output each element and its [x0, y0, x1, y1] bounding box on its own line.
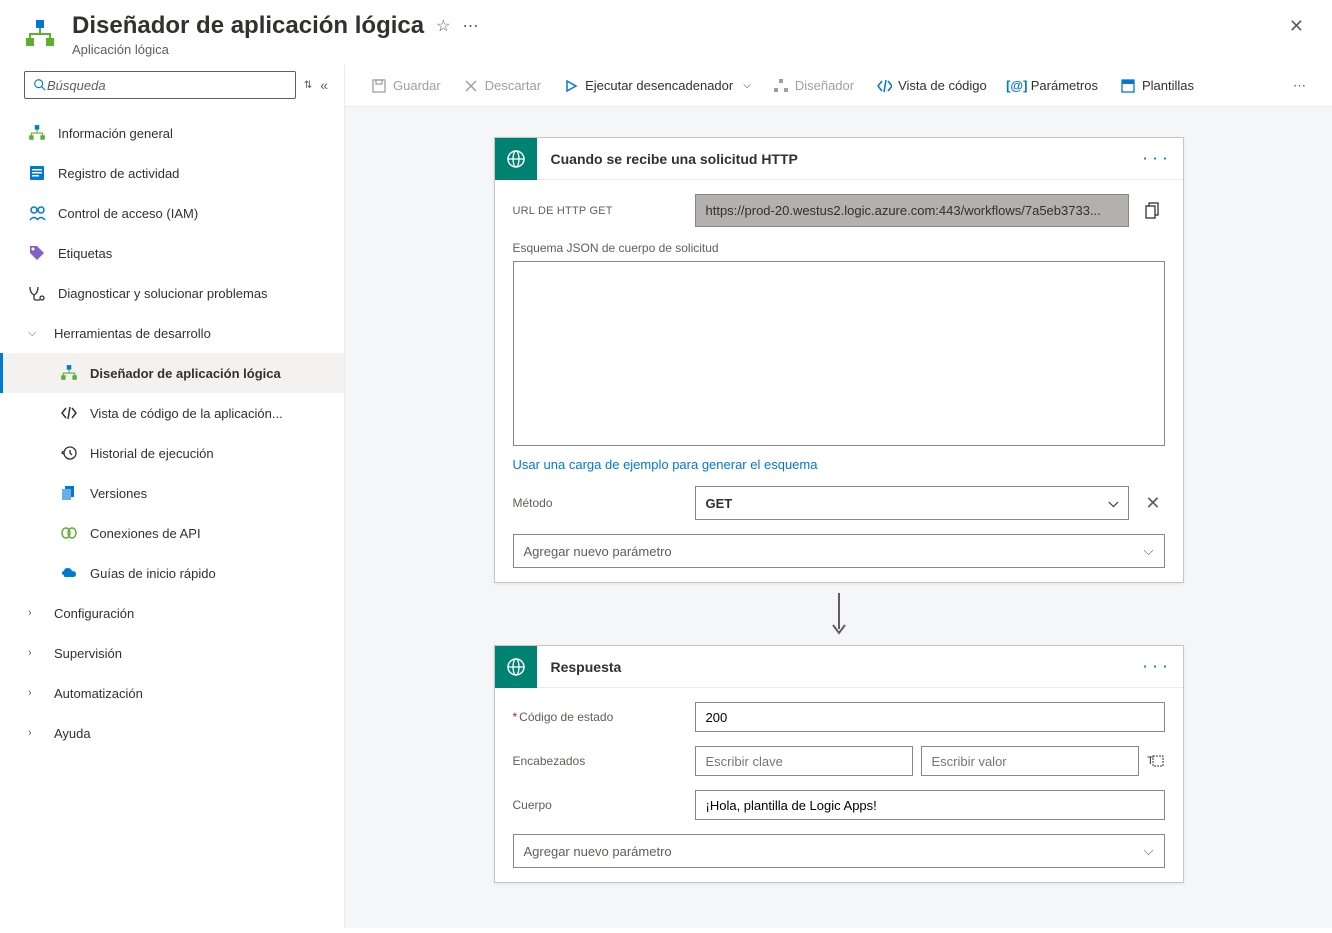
chevron-down-icon: ⌵ — [1144, 843, 1154, 859]
code-icon — [876, 78, 892, 94]
save-icon — [371, 78, 387, 94]
save-button[interactable]: Guardar — [361, 72, 451, 100]
http-trigger-icon — [495, 138, 537, 180]
history-icon — [60, 444, 78, 462]
url-value[interactable]: https://prod-20.westus2.logic.azure.com:… — [695, 194, 1129, 227]
nav-supervision[interactable]: ›Supervisión — [0, 633, 344, 673]
nav-run-history[interactable]: Historial de ejecución — [0, 433, 344, 473]
chevron-right-icon: › — [28, 727, 42, 739]
add-parameter-select[interactable]: Agregar nuevo parámetro⌵ — [513, 534, 1165, 568]
page-title: Diseñador de aplicación lógica — [72, 12, 424, 40]
nav-iam[interactable]: Control de acceso (IAM) — [0, 193, 344, 233]
discard-button[interactable]: Descartar — [453, 72, 551, 100]
designer-canvas: Cuando se recibe una solicitud HTTP · · … — [345, 107, 1332, 928]
status-code-input[interactable] — [695, 702, 1165, 732]
chevron-down-icon: ⌵ — [28, 327, 42, 340]
nav-help[interactable]: ›Ayuda — [0, 713, 344, 753]
svg-text:T: T — [1147, 755, 1154, 767]
header-value-input[interactable] — [921, 746, 1139, 776]
search-icon — [33, 78, 47, 92]
nav-activity-log[interactable]: Registro de actividad — [0, 153, 344, 193]
logic-app-icon — [24, 18, 56, 50]
designer-button[interactable]: Diseñador — [763, 72, 864, 100]
designer-icon — [773, 78, 789, 94]
flow-arrow-icon — [824, 589, 854, 639]
tags-icon — [28, 244, 46, 262]
close-button[interactable]: ✕ — [1281, 12, 1312, 41]
nav-overview[interactable]: Información general — [0, 113, 344, 153]
response-icon — [495, 646, 537, 688]
headers-label: Encabezados — [513, 754, 683, 768]
collapse-sidebar-icon[interactable]: « — [320, 77, 328, 93]
main-area: Guardar Descartar Ejecutar desencadenado… — [345, 65, 1332, 928]
nav-tags[interactable]: Etiquetas — [0, 233, 344, 273]
chevron-right-icon: › — [28, 687, 42, 699]
body-input[interactable] — [695, 790, 1165, 820]
api-connections-icon — [60, 524, 78, 542]
overview-icon — [28, 124, 46, 142]
play-icon — [563, 78, 579, 94]
search-box[interactable] — [24, 71, 296, 99]
page-header: Diseñador de aplicación lógica ☆ ⋯ Aplic… — [0, 0, 1332, 65]
nav-versions[interactable]: Versiones — [0, 473, 344, 513]
remove-method-button[interactable]: ✕ — [1141, 493, 1164, 514]
response-card[interactable]: Respuesta · · · *Código de estado Encabe… — [494, 645, 1184, 883]
chevron-down-icon: ⌵ — [1144, 543, 1154, 559]
card-more-icon[interactable]: · · · — [1129, 151, 1182, 166]
trigger-card[interactable]: Cuando se recibe una solicitud HTTP · · … — [494, 137, 1184, 583]
versions-icon — [60, 484, 78, 502]
designer-icon — [60, 364, 78, 382]
schema-label: Esquema JSON de cuerpo de solicitud — [513, 241, 1165, 255]
chevron-down-icon: ⌵ — [743, 80, 751, 91]
parameters-button[interactable]: [@]Parámetros — [999, 72, 1108, 100]
chevron-down-icon: ⌵ — [1109, 495, 1119, 511]
code-icon — [60, 404, 78, 422]
insert-text-icon[interactable]: T — [1147, 752, 1165, 771]
header-key-input[interactable] — [695, 746, 913, 776]
diagnose-icon — [28, 284, 46, 302]
page-subtitle: Aplicación lógica — [72, 42, 1281, 57]
codeview-button[interactable]: Vista de código — [866, 72, 997, 100]
sidebar: ⇅ « Información general Registro de acti… — [0, 65, 345, 928]
templates-button[interactable]: Plantillas — [1110, 72, 1204, 100]
method-label: Método — [513, 496, 683, 510]
toolbar: Guardar Descartar Ejecutar desencadenado… — [345, 65, 1332, 107]
nav-quickstart[interactable]: Guías de inicio rápido — [0, 553, 344, 593]
nav-configuration[interactable]: ›Configuración — [0, 593, 344, 633]
add-parameter-select[interactable]: Agregar nuevo parámetro⌵ — [513, 834, 1165, 868]
card-more-icon[interactable]: · · · — [1129, 659, 1182, 674]
iam-icon — [28, 204, 46, 222]
schema-textarea[interactable] — [513, 261, 1165, 446]
parameters-icon: [@] — [1009, 78, 1025, 94]
favorite-star-icon[interactable]: ☆ — [436, 16, 450, 36]
chevron-right-icon: › — [28, 607, 42, 619]
nav-devtools[interactable]: ⌵Herramientas de desarrollo — [0, 313, 344, 353]
nav-code-view[interactable]: Vista de código de la aplicación... — [0, 393, 344, 433]
quickstart-icon — [60, 564, 78, 582]
nav-automation[interactable]: ›Automatización — [0, 673, 344, 713]
nav-api-connections[interactable]: Conexiones de API — [0, 513, 344, 553]
search-input[interactable] — [47, 78, 287, 93]
templates-icon — [1120, 78, 1136, 94]
body-label: Cuerpo — [513, 798, 683, 812]
nav-diagnose[interactable]: Diagnosticar y solucionar problemas — [0, 273, 344, 313]
trigger-title: Cuando se recibe una solicitud HTTP — [537, 151, 1130, 167]
run-trigger-button[interactable]: Ejecutar desencadenador⌵ — [553, 72, 761, 100]
toolbar-more-icon[interactable]: ⋯ — [1283, 72, 1316, 100]
activity-log-icon — [28, 164, 46, 182]
copy-url-button[interactable] — [1141, 199, 1165, 223]
url-label: URL DE HTTP GET — [513, 205, 683, 217]
sample-payload-link[interactable]: Usar una carga de ejemplo para generar e… — [513, 457, 818, 472]
header-more-icon[interactable]: ⋯ — [462, 16, 478, 36]
discard-icon — [463, 78, 479, 94]
status-code-label: *Código de estado — [513, 710, 683, 724]
method-select[interactable]: GET⌵ — [695, 486, 1130, 520]
expand-collapse-icon[interactable]: ⇅ — [304, 80, 312, 91]
nav-menu: Información general Registro de activida… — [0, 109, 344, 928]
response-title: Respuesta — [537, 659, 1130, 675]
chevron-right-icon: › — [28, 647, 42, 659]
nav-designer[interactable]: Diseñador de aplicación lógica — [0, 353, 344, 393]
